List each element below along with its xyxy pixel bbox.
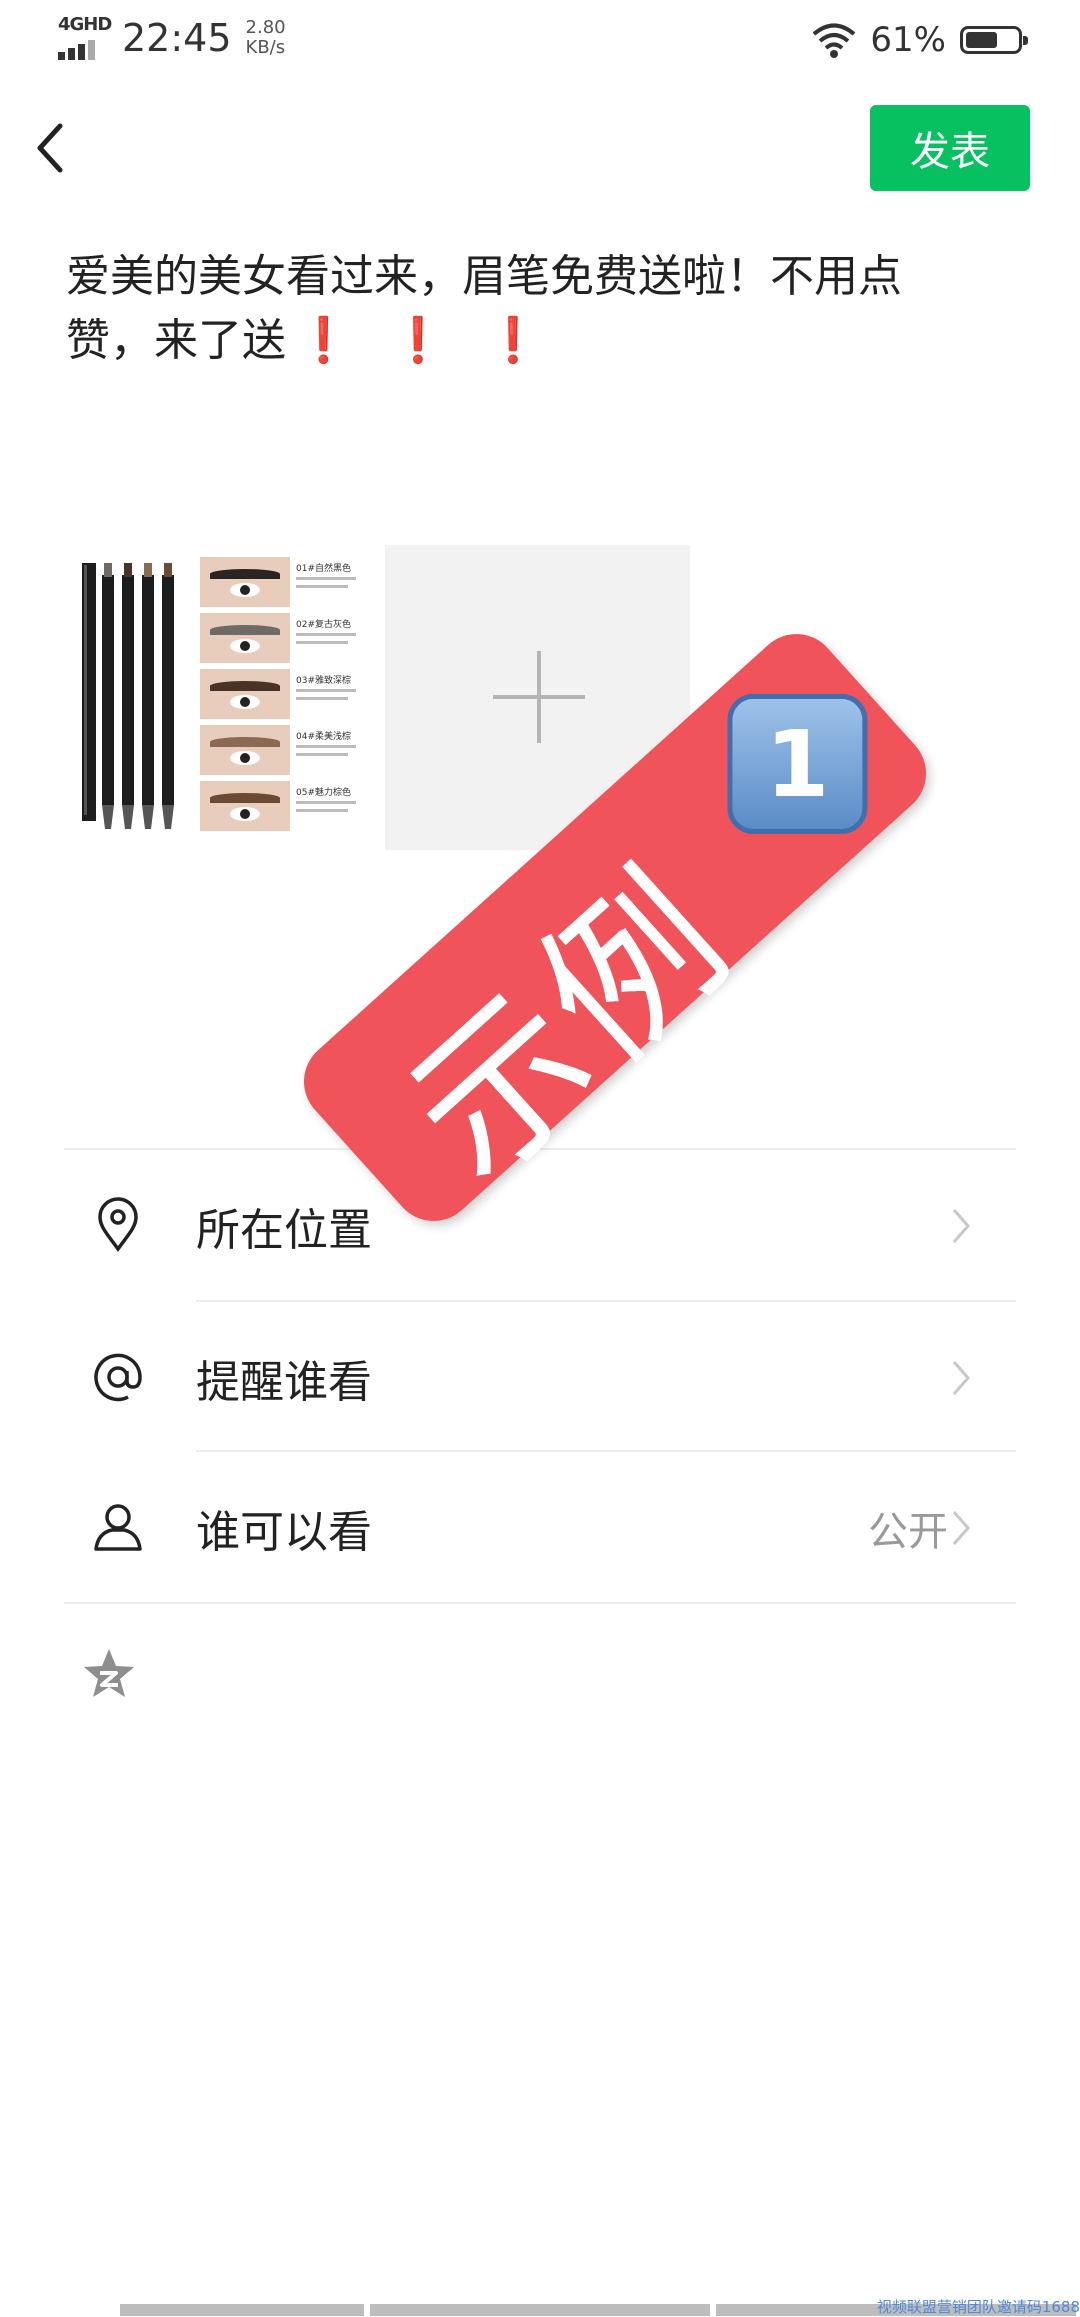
divider xyxy=(64,1602,1016,1604)
face-closeup xyxy=(200,725,290,775)
shade-label: 04#柔美浅棕 xyxy=(296,732,351,742)
at-sign-icon xyxy=(94,1353,142,1402)
shade-desc-line xyxy=(296,801,356,804)
brow-shape xyxy=(210,569,280,579)
keycap-number: 1 xyxy=(765,710,830,818)
exclamation-emoji: ❗ xyxy=(485,315,541,366)
shade-swatch: 04#柔美浅棕 xyxy=(200,723,375,779)
shade-desc-line xyxy=(296,585,348,588)
status-bar: 4GHD 22:45 2.80 KB/s 61% xyxy=(0,0,1080,80)
shade-swatch: 03#雅致深棕 xyxy=(200,667,375,723)
shade-desc-line xyxy=(296,697,348,700)
shade-desc-line xyxy=(296,577,356,580)
shade-swatch: 05#魅力棕色 xyxy=(200,779,375,835)
eye-shape xyxy=(230,751,260,765)
shade-label: 03#雅致深棕 xyxy=(296,676,351,686)
shade-label: 05#魅力棕色 xyxy=(296,788,351,798)
shade-desc-line xyxy=(296,745,356,748)
chevron-right-icon xyxy=(952,1209,970,1243)
option-label: 谁可以看 xyxy=(196,1507,372,1558)
cellular-signal-icon: 4GHD xyxy=(58,14,112,60)
shade-desc-line xyxy=(296,753,348,756)
qzone-star-icon[interactable] xyxy=(80,1645,138,1703)
exclamation-emoji: ❗ xyxy=(296,315,351,366)
speed-unit: KB/s xyxy=(245,37,286,58)
shade-desc-line xyxy=(296,633,356,636)
post-text-line2-text: 赞，来了送 xyxy=(66,315,286,366)
post-text-input[interactable]: 爱美的美女看过来，眉笔免费送啦！不用点 赞，来了送 ❗ ❗ ❗ xyxy=(66,245,966,373)
chevron-right-icon xyxy=(952,1361,970,1395)
option-visibility[interactable]: 谁可以看 公开 xyxy=(0,1452,1080,1602)
brow-shape xyxy=(210,793,280,803)
eye-shape xyxy=(230,695,260,709)
location-pin-icon xyxy=(98,1197,138,1253)
face-closeup xyxy=(200,613,290,663)
keycap-number-icon: 1 xyxy=(727,693,868,834)
shade-label: 01#自然黑色 xyxy=(296,564,351,574)
battery-fill xyxy=(966,32,997,48)
exclamation-emoji: ❗ xyxy=(390,315,446,366)
post-text-line2: 赞，来了送 ❗ ❗ ❗ xyxy=(66,309,966,373)
eye-shape xyxy=(230,583,260,597)
shade-swatches: 01#自然黑色 02#复古灰色 03#雅致深棕 04#柔美浅棕 05#魅力棕色 xyxy=(200,555,375,837)
plus-icon xyxy=(537,651,541,743)
network-type: 4GHD xyxy=(58,14,112,35)
option-label: 提醒谁看 xyxy=(196,1357,372,1408)
face-closeup xyxy=(200,557,290,607)
shade-desc-line xyxy=(296,809,348,812)
face-closeup xyxy=(200,669,290,719)
chevron-right-icon xyxy=(952,1511,970,1545)
post-text-line1: 爱美的美女看过来，眉笔免费送啦！不用点 xyxy=(66,251,902,302)
photo-thumbnail[interactable]: 01#自然黑色 02#复古灰色 03#雅致深棕 04#柔美浅棕 05#魅力棕色 xyxy=(78,545,378,845)
network-speed: 2.80 KB/s xyxy=(246,18,286,58)
eye-shape xyxy=(230,639,260,653)
clock: 22:45 xyxy=(122,16,232,60)
brow-shape xyxy=(210,737,280,747)
battery-icon xyxy=(960,26,1028,54)
publish-button[interactable]: 发表 xyxy=(870,105,1030,191)
footer-note: 视频联盟营销团队邀请码1688 xyxy=(876,2298,1080,2316)
shade-desc-line xyxy=(296,689,356,692)
option-remind[interactable]: 提醒谁看 xyxy=(0,1302,1080,1452)
brow-shape xyxy=(210,681,280,691)
shade-swatch: 01#自然黑色 xyxy=(200,555,375,611)
eye-shape xyxy=(230,807,260,821)
speed-value: 2.80 xyxy=(245,17,286,38)
brow-shape xyxy=(210,625,280,635)
person-icon xyxy=(94,1504,142,1551)
face-closeup xyxy=(200,781,290,831)
back-arrow-icon[interactable] xyxy=(32,118,72,178)
option-value: 公开 xyxy=(868,1509,948,1555)
option-label: 所在位置 xyxy=(196,1205,372,1256)
shade-swatch: 02#复古灰色 xyxy=(200,611,375,667)
wifi-icon xyxy=(813,23,856,58)
shade-desc-line xyxy=(296,641,348,644)
eyebrow-pencils-image xyxy=(82,563,174,829)
battery-percent: 61% xyxy=(870,20,946,60)
shade-label: 02#复古灰色 xyxy=(296,620,351,630)
